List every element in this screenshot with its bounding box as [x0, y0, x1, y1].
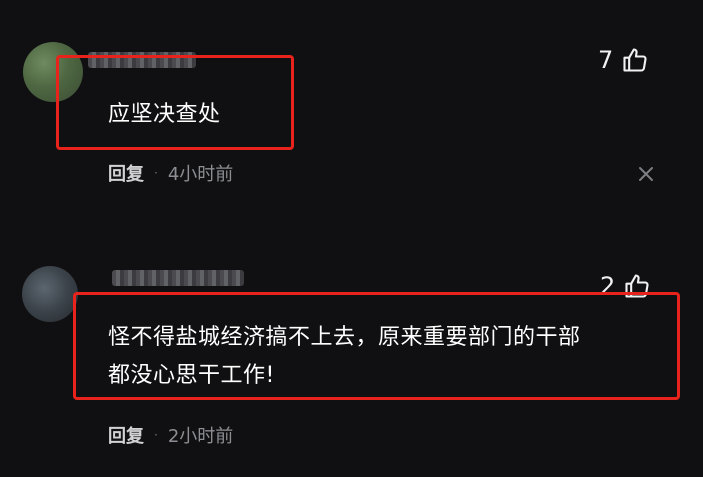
comment-text-line-1: 怪不得盐城经济搞不上去，原来重要部门的干部	[108, 325, 581, 350]
separator-dot: ·	[154, 428, 158, 442]
comment-meta: 回复 · 2小时前	[108, 422, 233, 448]
like-button[interactable]: 7	[598, 46, 649, 74]
timestamp: 2小时前	[167, 426, 234, 447]
comment-meta: 回复 · 4小时前	[108, 160, 233, 186]
comment-text-line-2: 都没心思干工作!	[108, 363, 275, 388]
like-count: 7	[598, 46, 614, 74]
timestamp: 4小时前	[167, 164, 234, 185]
avatar[interactable]	[22, 266, 78, 322]
thumbs-up-icon	[623, 48, 647, 72]
username-blurred[interactable]	[112, 270, 244, 286]
close-icon[interactable]	[636, 164, 656, 184]
reply-button[interactable]: 回复	[108, 160, 144, 186]
separator-dot: ·	[154, 166, 158, 180]
comment-text: 应坚决查处	[108, 102, 221, 127]
reply-button[interactable]: 回复	[108, 422, 144, 448]
